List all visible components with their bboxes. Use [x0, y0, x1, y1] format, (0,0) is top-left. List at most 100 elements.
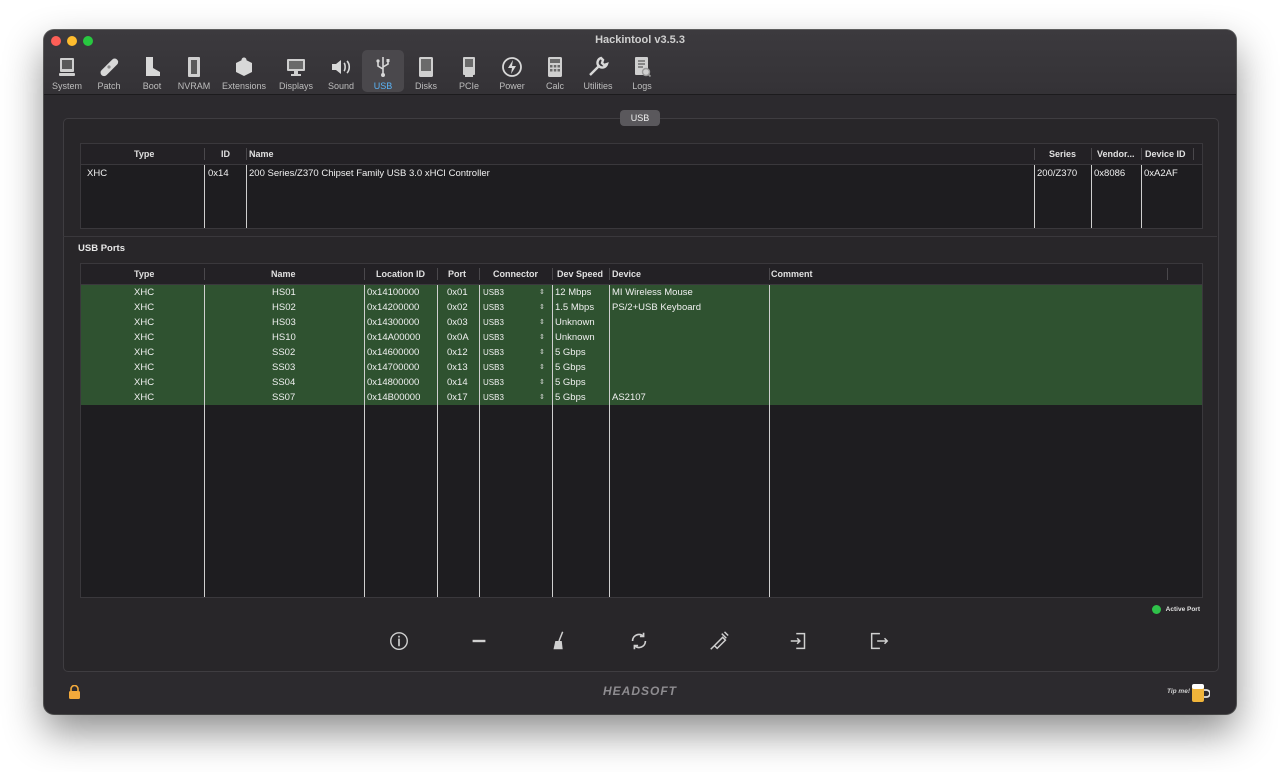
- toolbar-displays[interactable]: Displays: [272, 50, 320, 92]
- header-series[interactable]: Series: [1049, 144, 1076, 164]
- export-icon: [870, 632, 889, 650]
- column-divider: [609, 285, 610, 597]
- tip-label[interactable]: Tip me!: [1167, 688, 1190, 695]
- connector-select[interactable]: USB3: [483, 300, 504, 315]
- tip-button[interactable]: [1190, 681, 1211, 708]
- header-device[interactable]: Device: [612, 264, 641, 284]
- header-name[interactable]: Name: [249, 144, 274, 164]
- header-separator: [204, 268, 205, 280]
- header-dev-speed[interactable]: Dev Speed: [557, 264, 603, 284]
- connector-select[interactable]: USB3: [483, 315, 504, 330]
- header-location-id[interactable]: Location ID: [376, 264, 425, 284]
- controllers-table[interactable]: Type ID Name Series Vendor... Device ID …: [80, 143, 1203, 229]
- toolbar-boot[interactable]: Boot: [132, 50, 172, 92]
- header-separator: [437, 268, 438, 280]
- import-button[interactable]: [788, 630, 810, 652]
- header-vendor[interactable]: Vendor...: [1097, 144, 1135, 164]
- table-row[interactable]: XHC HS03 0x14300000 0x03 USB3 ⇕ Unknown: [81, 315, 1202, 330]
- info-button[interactable]: [388, 630, 410, 652]
- toolbar-system[interactable]: System: [48, 50, 86, 92]
- toolbar-utilities[interactable]: Utilities: [576, 50, 620, 92]
- export-button[interactable]: [868, 630, 890, 652]
- connector-select[interactable]: USB3: [483, 330, 504, 345]
- remove-button[interactable]: [468, 630, 490, 652]
- toolbar-nvram[interactable]: NVRAM: [172, 50, 216, 92]
- port-dev-speed: 12 Mbps: [555, 287, 592, 298]
- port-location-id: 0x14600000: [367, 347, 420, 358]
- inject-button[interactable]: [708, 630, 730, 652]
- column-divider: [552, 285, 553, 597]
- toolbar-pcie[interactable]: PCIe: [448, 50, 490, 92]
- toolbar-power[interactable]: Power: [490, 50, 534, 92]
- connector-select[interactable]: USB3: [483, 360, 504, 375]
- port-dev-speed: Unknown: [555, 317, 595, 328]
- nvram-icon: [182, 55, 206, 79]
- header-type[interactable]: Type: [134, 144, 154, 164]
- usb-ports-table[interactable]: Type Name Location ID Port Connector Dev…: [80, 263, 1203, 598]
- remove-icon: [472, 639, 486, 643]
- clear-button[interactable]: [548, 630, 570, 652]
- chevron-updown-icon[interactable]: ⇕: [539, 300, 545, 315]
- chevron-updown-icon[interactable]: ⇕: [539, 375, 545, 390]
- chevron-updown-icon[interactable]: ⇕: [539, 360, 545, 375]
- port-name: HS02: [272, 302, 296, 313]
- column-divider: [1141, 165, 1142, 228]
- port-number: 0x03: [447, 317, 468, 328]
- toolbar-label: NVRAM: [177, 81, 211, 91]
- header-connector[interactable]: Connector: [493, 264, 538, 284]
- connector-select[interactable]: USB3: [483, 345, 504, 360]
- header-id[interactable]: ID: [221, 144, 230, 164]
- toolbar-usb[interactable]: USB: [362, 50, 404, 92]
- table-row[interactable]: XHC HS01 0x14100000 0x01 USB3 ⇕ 12 Mbps …: [81, 285, 1202, 300]
- column-divider: [479, 285, 480, 597]
- usb-ports-title: USB Ports: [78, 243, 125, 254]
- column-divider: [1091, 165, 1092, 228]
- chevron-updown-icon[interactable]: ⇕: [539, 390, 545, 405]
- connector-select[interactable]: USB3: [483, 390, 504, 405]
- table-row[interactable]: XHC SS07 0x14B00000 0x17 USB3 ⇕ 5 Gbps A…: [81, 390, 1202, 405]
- header-separator: [204, 148, 205, 160]
- displays-icon: [284, 55, 308, 79]
- refresh-button[interactable]: [628, 630, 650, 652]
- toolbar-label: Logs: [632, 81, 652, 91]
- table-row[interactable]: XHC HS02 0x14200000 0x02 USB3 ⇕ 1.5 Mbps…: [81, 300, 1202, 315]
- chevron-updown-icon[interactable]: ⇕: [539, 345, 545, 360]
- toolbar-label: Patch: [97, 81, 121, 91]
- utilities-icon: [586, 55, 610, 79]
- header-type[interactable]: Type: [134, 264, 154, 284]
- chevron-updown-icon[interactable]: ⇕: [539, 285, 545, 300]
- toolbar-extensions[interactable]: Extensions: [216, 50, 272, 92]
- table-row[interactable]: XHC HS10 0x14A00000 0x0A USB3 ⇕ Unknown: [81, 330, 1202, 345]
- header-name[interactable]: Name: [271, 264, 296, 284]
- table-row[interactable]: XHC SS02 0x14600000 0x12 USB3 ⇕ 5 Gbps: [81, 345, 1202, 360]
- port-location-id: 0x14800000: [367, 377, 420, 388]
- toolbar-disks[interactable]: Disks: [404, 50, 448, 92]
- table-row[interactable]: XHC SS03 0x14700000 0x13 USB3 ⇕ 5 Gbps: [81, 360, 1202, 375]
- titlebar: Hackintool v3.5.3 System Patch Boot NVRA…: [44, 30, 1236, 95]
- chevron-updown-icon[interactable]: ⇕: [539, 315, 545, 330]
- header-separator: [246, 148, 247, 160]
- patch-icon: [97, 55, 121, 79]
- port-dev-speed: Unknown: [555, 332, 595, 343]
- port-type: XHC: [134, 362, 155, 373]
- header-port[interactable]: Port: [448, 264, 466, 284]
- header-device-id[interactable]: Device ID: [1145, 144, 1186, 164]
- port-type: XHC: [134, 347, 155, 358]
- toolbar-label: Utilities: [583, 81, 613, 91]
- toolbar-patch[interactable]: Patch: [86, 50, 132, 92]
- connector-select[interactable]: USB3: [483, 375, 504, 390]
- section-divider: [63, 236, 1217, 237]
- ports-table-header: Type Name Location ID Port Connector Dev…: [81, 264, 1202, 285]
- column-divider: [204, 165, 205, 228]
- sound-icon: [329, 55, 353, 79]
- toolbar-calc[interactable]: Calc: [534, 50, 576, 92]
- port-device: AS2107: [612, 392, 646, 403]
- toolbar-logs[interactable]: Logs: [620, 50, 664, 92]
- header-comment[interactable]: Comment: [771, 264, 813, 284]
- connector-select[interactable]: USB3: [483, 285, 504, 300]
- table-row[interactable]: XHC SS04 0x14800000 0x14 USB3 ⇕ 5 Gbps: [81, 375, 1202, 390]
- column-divider: [364, 285, 365, 597]
- port-name: SS07: [272, 392, 296, 403]
- toolbar-sound[interactable]: Sound: [320, 50, 362, 92]
- chevron-updown-icon[interactable]: ⇕: [539, 330, 545, 345]
